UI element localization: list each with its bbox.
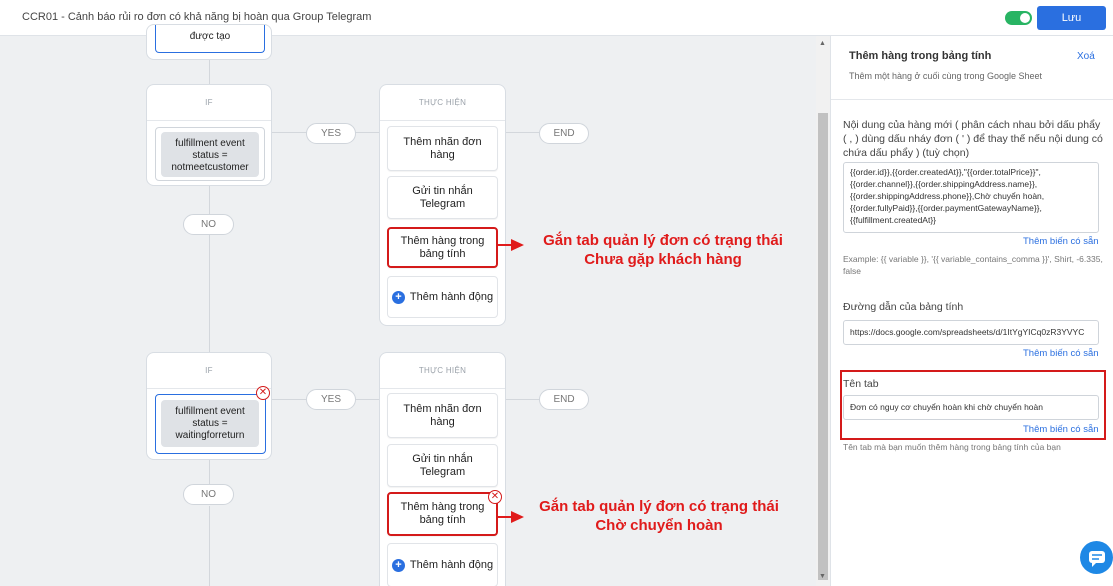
plus-icon: + [391, 290, 405, 304]
panel-title: Thêm hàng trong bảng tính [849, 50, 992, 62]
connector [209, 460, 210, 484]
plus-icon: + [391, 558, 405, 572]
flow-canvas[interactable]: được tạo IF fulfillment event status = n… [0, 24, 816, 586]
yes-pill: YES [306, 123, 356, 144]
add-action-button[interactable]: + Thêm hành động [387, 276, 498, 318]
action-add-order-tag[interactable]: Thêm nhãn đơn hàng [387, 393, 498, 438]
annotation-line: Chờ chuyển hoàn [595, 517, 723, 534]
action-label: Thêm hàng trong bảng tính [400, 501, 485, 526]
content-textarea[interactable]: {{order.id}},{{order.createdAt}},"{{orde… [843, 162, 1099, 233]
trigger-condition: được tạo [155, 25, 265, 53]
action-label: Thêm nhãn đơn hàng [403, 402, 482, 428]
annotation-arrow-icon [498, 239, 524, 251]
condition-line: fulfillment event [175, 406, 245, 417]
toggle-knob [1020, 13, 1030, 23]
divider [831, 99, 1113, 100]
save-button[interactable]: Lưu [1037, 6, 1106, 30]
example-hint: Example: {{ variable }}, '{{ variable_co… [843, 254, 1103, 276]
sheet-url-label: Đường dẫn của bảng tính [843, 301, 964, 313]
execute-card-2[interactable]: THỰC HIỆN Thêm nhãn đơn hàng Gửi tin nhắ… [379, 352, 506, 586]
if-card-2[interactable]: IF fulfillment event status = waitingfor… [146, 352, 272, 460]
connector [209, 234, 210, 352]
tab-name-hint: Tên tab mà bạn muốn thêm hàng trong bảng… [843, 442, 1061, 452]
sheet-url-input[interactable]: https://docs.google.com/spreadsheets/d/1… [843, 320, 1099, 345]
add-action-label: Thêm hành động [409, 291, 494, 303]
condition-box[interactable]: fulfillment event status = notmeetcustom… [155, 127, 265, 181]
action-add-sheet-row[interactable]: Thêm hàng trong bảng tính [387, 227, 498, 268]
canvas-scrollbar-thumb[interactable] [818, 113, 828, 580]
execute-label: THỰC HIỆN [380, 85, 505, 121]
execute-label: THỰC HIỆN [380, 353, 505, 389]
panel-subtitle: Thêm một hàng ở cuối cùng trong Google S… [849, 71, 1043, 81]
condition-box[interactable]: fulfillment event status = waitingforret… [155, 394, 266, 454]
action-send-telegram[interactable]: Gửi tin nhắn Telegram [387, 444, 498, 487]
no-pill: NO [183, 484, 234, 505]
action-settings-panel: Thêm hàng trong bảng tính Xoá Thêm một h… [830, 36, 1113, 586]
connector [505, 399, 539, 400]
connector [209, 60, 210, 84]
condition-text: fulfillment event status = notmeetcustom… [161, 132, 259, 177]
end-pill: END [539, 389, 589, 410]
connector [272, 399, 308, 400]
scroll-down-icon[interactable]: ▼ [819, 573, 826, 580]
action-add-order-tag[interactable]: Thêm nhãn đơn hàng [387, 126, 498, 171]
annotation-text-2: Gắn tab quản lý đơn có trạng thái Chờ ch… [526, 497, 792, 535]
highlight-box [840, 370, 1106, 440]
scroll-up-icon[interactable]: ▲ [819, 40, 826, 47]
if-label: IF [147, 353, 271, 389]
execute-card-1[interactable]: THỰC HIỆN Thêm nhãn đơn hàng Gửi tin nhắ… [379, 84, 506, 326]
condition-line: notmeetcustomer [171, 162, 249, 173]
connector [354, 132, 379, 133]
add-action-button[interactable]: + Thêm hành động [387, 543, 498, 586]
yes-pill: YES [306, 389, 356, 410]
chat-support-button[interactable] [1080, 541, 1113, 574]
annotation-line: Chưa gặp khách hàng [584, 251, 742, 268]
connector [354, 399, 379, 400]
insert-variable-link[interactable]: Thêm biến có sẵn [1023, 236, 1099, 247]
annotation-line: Gắn tab quản lý đơn có trạng thái [543, 232, 783, 249]
workflow-title: CCR01 - Cảnh báo rủi ro đơn có khả năng … [22, 11, 372, 23]
end-pill: END [539, 123, 589, 144]
action-label: Gửi tin nhắn Telegram [412, 452, 473, 478]
connector [209, 506, 210, 586]
add-action-label: Thêm hành động [409, 559, 494, 571]
condition-line: status = [192, 150, 228, 161]
action-label: Gửi tin nhắn Telegram [412, 184, 473, 210]
connector [209, 186, 210, 216]
action-add-sheet-row[interactable]: Thêm hàng trong bảng tính [387, 492, 498, 536]
trigger-node[interactable]: được tạo [146, 24, 272, 60]
condition-line: waitingforreturn [175, 430, 245, 441]
close-icon[interactable]: ✕ [488, 490, 502, 504]
active-toggle[interactable] [1005, 11, 1032, 25]
chat-icon [1089, 551, 1105, 567]
annotation-text-1: Gắn tab quản lý đơn có trạng thái Chưa g… [530, 231, 796, 269]
connector [272, 132, 308, 133]
connector [505, 132, 539, 133]
if-label: IF [147, 85, 271, 121]
annotation-arrow-icon [498, 511, 524, 523]
content-label: Nội dung của hàng mới ( phân cách nhau b… [843, 119, 1103, 159]
condition-line: status = [192, 418, 228, 429]
if-card-1[interactable]: IF fulfillment event status = notmeetcus… [146, 84, 272, 186]
delete-link[interactable]: Xoá [1077, 51, 1095, 62]
annotation-line: Gắn tab quản lý đơn có trạng thái [539, 498, 779, 515]
insert-variable-link[interactable]: Thêm biến có sẵn [1023, 348, 1099, 359]
condition-line: fulfillment event [175, 138, 245, 149]
action-send-telegram[interactable]: Gửi tin nhắn Telegram [387, 176, 498, 219]
no-pill: NO [183, 214, 234, 235]
close-icon[interactable]: ✕ [256, 386, 270, 400]
action-label: Thêm hàng trong bảng tính [400, 234, 485, 260]
action-label: Thêm nhãn đơn hàng [403, 135, 482, 161]
condition-text: fulfillment event status = waitingforret… [161, 400, 259, 447]
